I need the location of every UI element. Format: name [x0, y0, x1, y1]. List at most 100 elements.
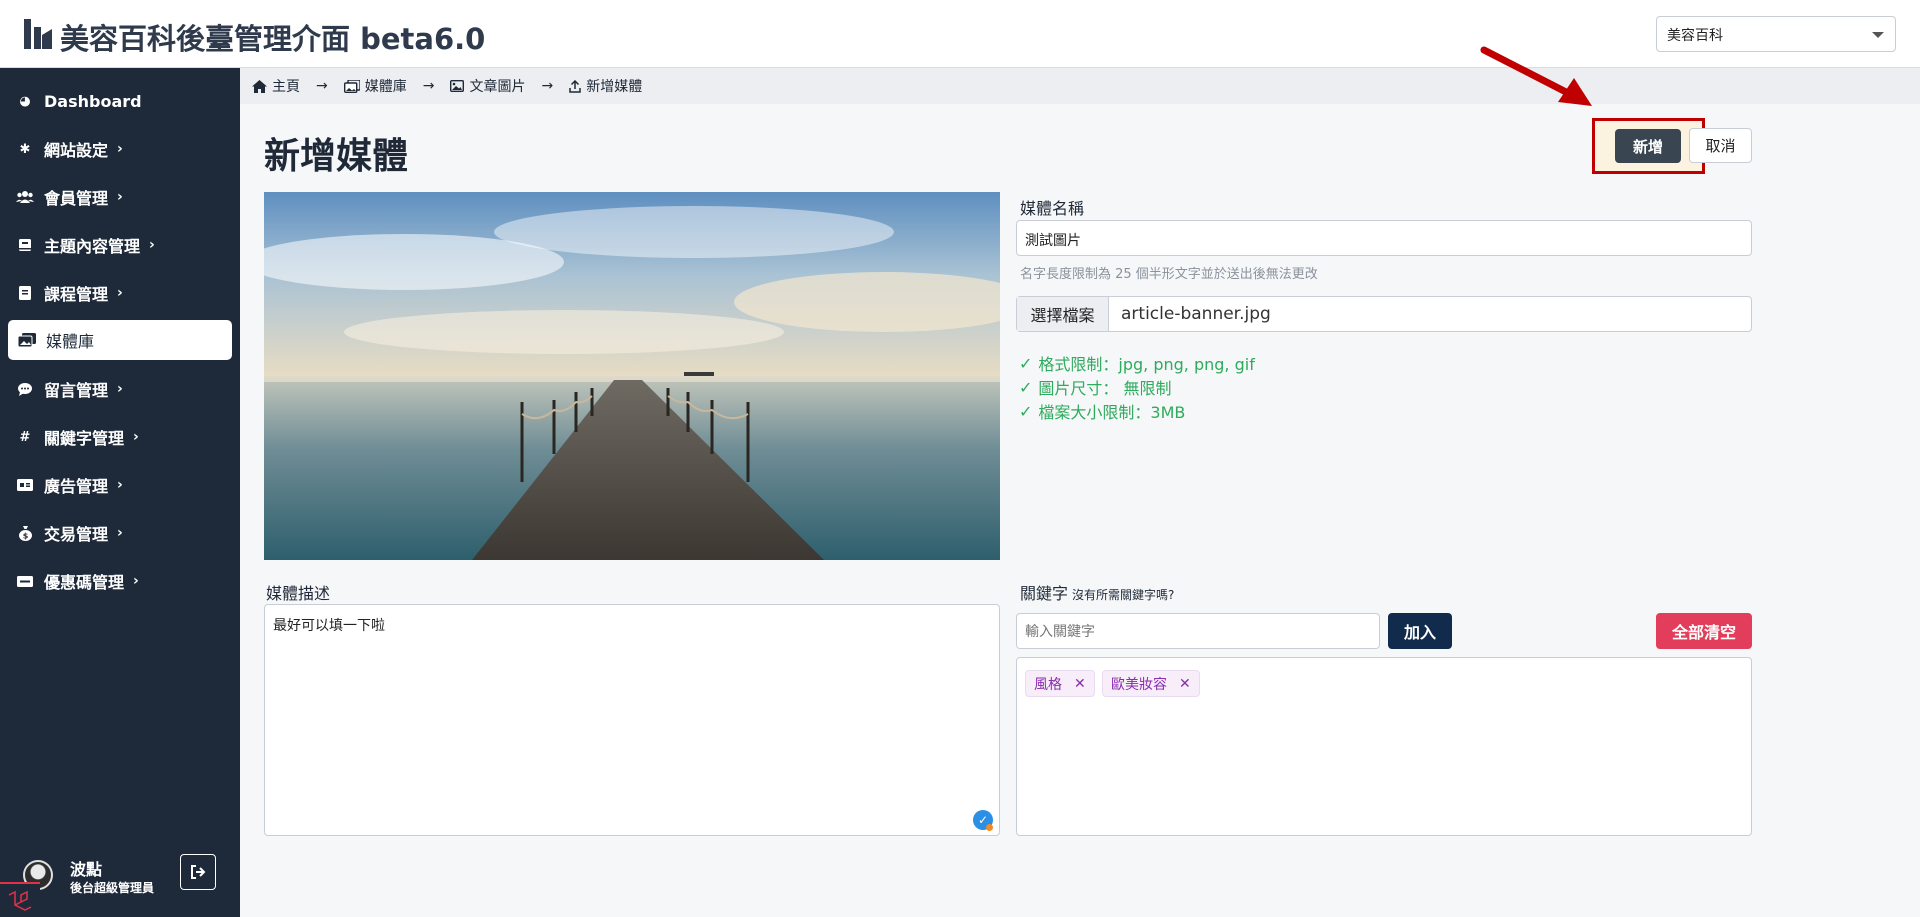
format-rule: ✓ 格式限制：jpg, png, png, gif	[1019, 351, 1255, 375]
site-select-value: 美容百科	[1667, 28, 1723, 44]
description-label: 媒體描述	[266, 584, 331, 603]
breadcrumb-item-article-images[interactable]: 文章圖片	[450, 76, 525, 96]
sidebar-item-site-settings[interactable]: ✱ 網站設定 ›	[8, 129, 232, 169]
sidebar-item-topic-content[interactable]: 主題內容管理 ›	[8, 225, 232, 265]
tag-list: 風格 ✕ 歐美妝容 ✕	[1016, 657, 1752, 836]
money-bag-icon: $	[16, 524, 34, 542]
hash-icon: #	[19, 429, 31, 445]
upload-icon	[569, 79, 581, 93]
sidebar-item-members[interactable]: 會員管理 ›	[8, 177, 232, 217]
sidebar-item-coupons[interactable]: 優惠碼管理 ›	[8, 561, 232, 601]
media-name-label: 媒體名稱	[1020, 199, 1085, 218]
media-name-input[interactable]: 測試圖片	[1016, 220, 1752, 256]
sidebar-item-label: Dashboard	[44, 91, 142, 111]
arrow-right-icon: →	[541, 78, 554, 94]
breadcrumb-label: 媒體庫	[364, 79, 407, 95]
chevron-down-icon	[1872, 32, 1884, 38]
site-select[interactable]: 美容百科	[1656, 16, 1896, 52]
chevron-right-icon: ›	[117, 477, 123, 493]
sidebar-item-label: 網站設定	[44, 141, 109, 160]
image-icon	[450, 80, 465, 92]
description-textarea[interactable]: 最好可以填一下啦	[264, 604, 1000, 836]
user-name: 波點	[70, 860, 103, 879]
breadcrumb-label: 文章圖片	[469, 79, 526, 95]
sidebar-item-courses[interactable]: 課程管理 ›	[8, 273, 232, 313]
check-icon: ✓	[1019, 401, 1033, 421]
rule-text: 檔案大小限制：3MB	[1038, 403, 1186, 422]
size-rule: ✓ 圖片尺寸： 無限制	[1019, 375, 1172, 399]
framework-badge[interactable]	[0, 882, 40, 917]
tag-label: 歐美妝容	[1111, 676, 1167, 693]
sidebar-item-label: 留言管理	[44, 381, 109, 400]
images-icon	[343, 79, 360, 93]
arrow-right-icon: →	[422, 78, 435, 94]
close-icon[interactable]: ✕	[1074, 676, 1086, 692]
page-title: 新增媒體	[264, 136, 409, 177]
gear-icon: ✱	[19, 141, 31, 157]
sidebar-item-media-library[interactable]: 媒體庫	[8, 320, 232, 360]
chevron-right-icon: ›	[149, 237, 155, 253]
close-icon[interactable]: ✕	[1179, 676, 1191, 692]
sidebar-item-label: 課程管理	[44, 285, 109, 304]
sidebar-item-dashboard[interactable]: ◕ Dashboard	[8, 81, 232, 121]
sidebar-item-keywords[interactable]: # 關鍵字管理 ›	[8, 417, 232, 457]
add-button[interactable]: 新增	[1615, 129, 1681, 163]
chevron-right-icon: ›	[117, 381, 123, 397]
chevron-right-icon: ›	[117, 285, 123, 301]
keyword-tag: 歐美妝容 ✕	[1102, 670, 1200, 697]
breadcrumb-item-home[interactable]: 主頁	[252, 76, 300, 96]
clear-all-button[interactable]: 全部清空	[1656, 613, 1752, 649]
keyword-hint-link[interactable]: 沒有所需關鍵字嗎?	[1072, 588, 1174, 602]
add-keyword-button[interactable]: 加入	[1388, 613, 1452, 649]
breadcrumb: 主頁 → 媒體庫 → 文章圖片 → 新增媒體	[240, 68, 1920, 104]
breadcrumb-item-media-library[interactable]: 媒體庫	[343, 76, 407, 96]
laravel-icon	[8, 890, 32, 911]
cancel-button[interactable]: 取消	[1689, 128, 1752, 163]
keyword-tag: 風格 ✕	[1025, 670, 1095, 697]
sidebar-item-ads[interactable]: 廣告管理 ›	[8, 465, 232, 505]
sidebar-item-label: 交易管理	[44, 525, 109, 544]
sidebar-item-transactions[interactable]: $ 交易管理 ›	[8, 513, 232, 553]
chevron-right-icon: ›	[133, 429, 139, 445]
filesize-rule: ✓ 檔案大小限制：3MB	[1019, 399, 1185, 423]
media-preview-image	[264, 192, 1000, 560]
file-input[interactable]: 選擇檔案 article-banner.jpg	[1016, 296, 1752, 332]
file-name: article-banner.jpg	[1121, 304, 1271, 324]
sidebar-item-comments[interactable]: 留言管理 ›	[8, 369, 232, 409]
users-icon	[16, 188, 34, 206]
sidebar-item-label: 會員管理	[44, 189, 109, 208]
logout-icon	[191, 865, 206, 879]
status-dot-icon	[986, 824, 993, 831]
book-icon	[16, 236, 34, 254]
keyword-label-text: 關鍵字	[1020, 584, 1069, 603]
name-hint: 名字長度限制為 25 個半形文字並於送出後無法更改	[1020, 267, 1318, 282]
keyword-label: 關鍵字 沒有所需關鍵字嗎?	[1020, 580, 1174, 604]
app-title: 美容百科後臺管理介面 beta6.0	[60, 22, 486, 56]
chevron-right-icon: ›	[117, 189, 123, 205]
logo-icon	[24, 19, 52, 49]
user-role: 後台超級管理員	[70, 881, 155, 895]
logout-button[interactable]	[180, 854, 216, 890]
ad-icon	[16, 476, 34, 494]
ticket-icon	[16, 572, 34, 590]
check-icon: ✓	[1019, 377, 1033, 397]
sidebar-item-label: 媒體庫	[46, 332, 95, 351]
rule-text: 格式限制：jpg, png, png, gif	[1038, 355, 1255, 374]
sidebar-item-label: 優惠碼管理	[44, 573, 125, 592]
top-bar: 美容百科後臺管理介面 beta6.0 美容百科	[0, 0, 1920, 68]
check-icon: ✓	[1019, 353, 1033, 373]
choose-file-button[interactable]: 選擇檔案	[1017, 297, 1109, 331]
svg-text:$: $	[22, 531, 28, 540]
chevron-right-icon: ›	[117, 525, 123, 541]
annotation-arrow-icon	[1480, 46, 1592, 106]
palette-icon: ◕	[19, 93, 31, 109]
keyword-input[interactable]	[1016, 613, 1380, 649]
images-icon	[18, 331, 36, 349]
rule-text: 圖片尺寸： 無限制	[1038, 379, 1172, 398]
home-icon	[252, 79, 267, 93]
breadcrumb-label: 主頁	[272, 79, 300, 95]
list-icon	[16, 284, 34, 302]
sidebar-item-label: 主題內容管理	[44, 237, 141, 256]
breadcrumb-item-new-media: 新增媒體	[569, 76, 642, 96]
sidebar-item-label: 關鍵字管理	[44, 429, 125, 448]
